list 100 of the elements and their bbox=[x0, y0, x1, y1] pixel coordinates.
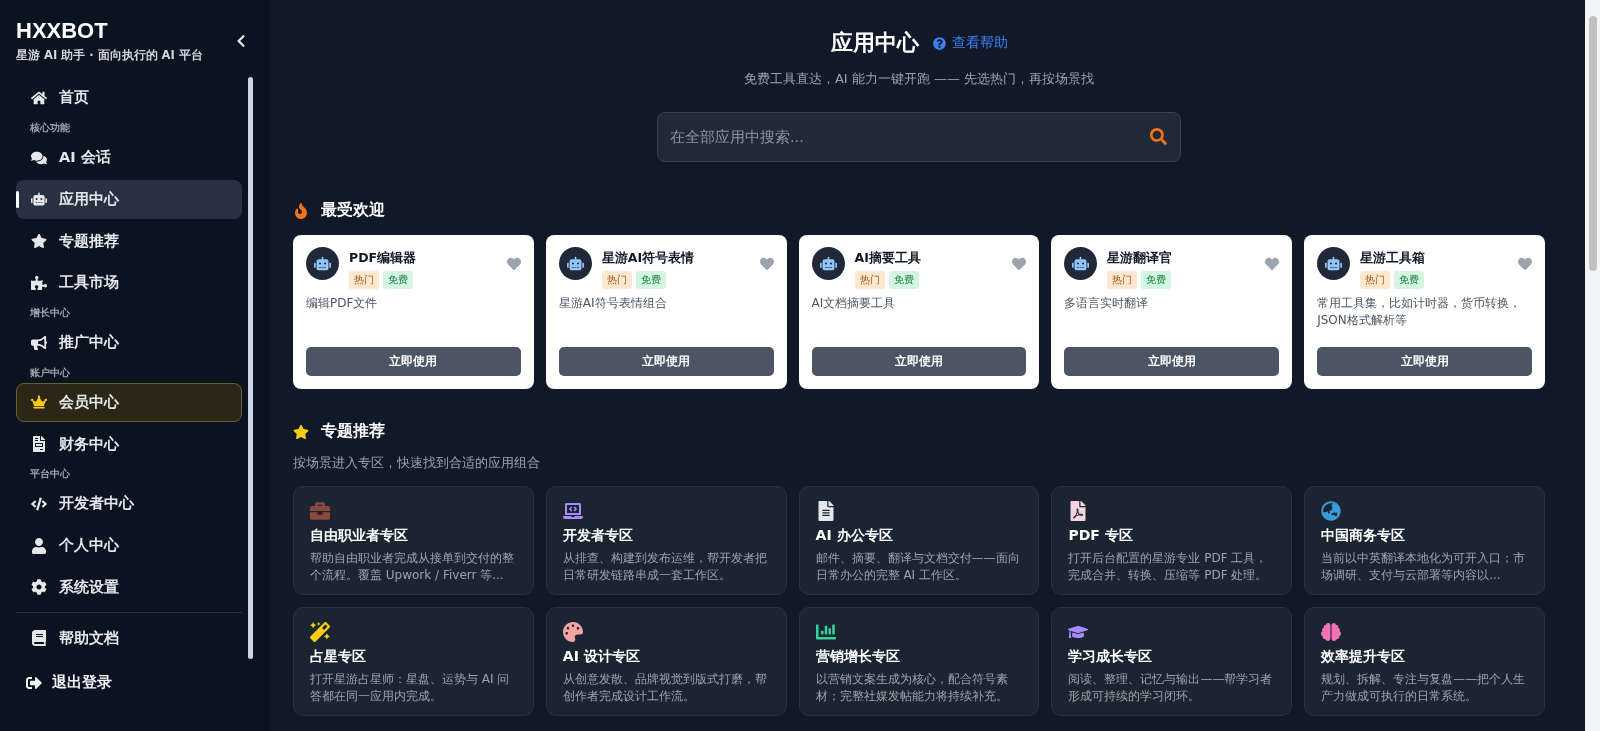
brand-logo: HXXBOT bbox=[16, 18, 109, 44]
topic-card[interactable]: PDF 专区 打开后台配置的星游专业 PDF 工具，完成合并、转换、压缩等 PDF 处理。 bbox=[1051, 486, 1293, 595]
fire-icon bbox=[293, 202, 309, 219]
search-field[interactable]: 在全部应用中搜索... bbox=[657, 112, 1181, 162]
app-description: 星游AI符号表情组合 bbox=[558, 295, 668, 312]
sidebar-item[interactable]: 个人中心 bbox=[16, 525, 242, 566]
app-name: 星游工具箱 bbox=[1360, 250, 1427, 267]
home-icon bbox=[31, 89, 47, 106]
sidebar-item[interactable]: 工具市场 bbox=[16, 263, 242, 303]
topic-card[interactable]: AI 办公专区 邮件、摘要、翻译与文档交付——面向日常办公的完整 AI 工作区。 bbox=[798, 486, 1040, 595]
topic-card[interactable]: 学习成长专区 阅读、整理、记忆与输出——帮学习者形成可持续的学习闭环。 bbox=[1051, 607, 1293, 716]
page-title: 应用中心 bbox=[830, 29, 919, 57]
pdf-document-icon bbox=[1068, 501, 1089, 521]
use-now-button[interactable]: 立即使用 bbox=[558, 347, 774, 376]
tag: 热门 bbox=[1107, 271, 1138, 289]
section-title: 专题推荐 bbox=[321, 421, 385, 442]
crown-icon bbox=[31, 394, 47, 411]
app-name: PDF编辑器 bbox=[349, 250, 418, 267]
tag: 免费 bbox=[383, 271, 413, 289]
brand-tagline: 星游 AI 助手 · 面向执行的 AI 平台 bbox=[16, 48, 203, 63]
sidebar-item[interactable]: 专题推荐 bbox=[16, 221, 242, 261]
topic-title: 自由职业者专区 bbox=[310, 527, 409, 545]
scrollbar-thumb[interactable] bbox=[1588, 16, 1597, 271]
sidebar-item[interactable]: 会员中心 bbox=[16, 382, 242, 423]
topic-description: 当前以中英翻译本地化为可开入口；市场调研、支付与云部署等内容以... bbox=[1321, 550, 1527, 584]
palette-icon bbox=[562, 622, 583, 642]
app-description: 多语言实时翻译 bbox=[1064, 295, 1150, 312]
robot-avatar-icon bbox=[1317, 247, 1351, 280]
tag: 免费 bbox=[888, 271, 919, 289]
code-icon bbox=[31, 495, 47, 512]
nav-section-heading: 增长中心 bbox=[29, 305, 71, 320]
section-subtitle: 按场景进入专区，快速找到合适的应用组合 bbox=[293, 454, 541, 472]
tag: 热门 bbox=[854, 271, 885, 289]
robot-avatar-icon bbox=[811, 247, 845, 280]
star-icon bbox=[293, 423, 309, 440]
logout-icon bbox=[26, 674, 42, 691]
chat-bubbles-icon bbox=[31, 149, 47, 166]
topic-title: AI 办公专区 bbox=[815, 527, 894, 545]
topic-description: 邮件、摘要、翻译与文档交付——面向日常办公的完整 AI 工作区。 bbox=[815, 550, 1021, 584]
laptop-icon bbox=[562, 501, 583, 521]
settings-icon bbox=[31, 579, 47, 596]
topic-title: 占星专区 bbox=[310, 648, 367, 666]
topic-card[interactable]: 营销增长专区 以营销文案生成为核心，配合符号素材；完整社媒发帖能力将持续补充。 bbox=[798, 607, 1040, 716]
use-now-button[interactable]: 立即使用 bbox=[811, 347, 1027, 376]
sidebar-item[interactable]: AI 会话 bbox=[16, 137, 242, 178]
use-now-button[interactable]: 立即使用 bbox=[1064, 347, 1280, 376]
app-description: AI文档摘要工具 bbox=[811, 295, 897, 312]
tag: 热门 bbox=[1360, 271, 1391, 289]
topic-description: 打开后台配置的星游专业 PDF 工具，完成合并、转换、压缩等 PDF 处理。 bbox=[1068, 550, 1269, 584]
sidebar-item[interactable]: 推广中心 bbox=[16, 322, 242, 363]
topic-card[interactable]: AI 设计专区 从创意发散、品牌视觉到版式打磨，帮创作者完成设计工作流。 bbox=[545, 607, 787, 716]
use-now-button[interactable]: 立即使用 bbox=[1317, 347, 1532, 376]
topic-description: 打开星游占星师：星盘、运势与 AI 问答都在同一应用内完成。 bbox=[310, 671, 511, 705]
topic-description: 从创意发散、品牌视觉到版式打磨，帮创作者完成设计工作流。 bbox=[562, 671, 768, 705]
megaphone-icon bbox=[31, 334, 47, 351]
sidebar-item[interactable]: 首页 bbox=[16, 78, 242, 118]
topic-card[interactable]: 中国商务专区 当前以中英翻译本地化为可开入口；市场调研、支付与云部署等内容以... bbox=[1304, 486, 1545, 595]
brain-icon bbox=[1321, 622, 1342, 642]
topic-description: 从排查、构建到发布运维，帮开发者把日常研发链路串成一套工作区。 bbox=[562, 550, 768, 584]
app-name: AI摘要工具 bbox=[854, 250, 922, 267]
topic-description: 阅读、整理、记忆与输出——帮学习者形成可持续的学习闭环。 bbox=[1068, 671, 1274, 705]
favorite-heart-icon[interactable] bbox=[1012, 257, 1027, 271]
tag: 热门 bbox=[601, 271, 632, 289]
topic-title: AI 设计专区 bbox=[562, 648, 641, 666]
robot-avatar-icon bbox=[306, 247, 339, 280]
sidebar-item[interactable]: 应用中心 bbox=[16, 179, 242, 220]
topic-card[interactable]: 效率提升专区 规划、拆解、专注与复盘——把个人生产力做成可执行的日常系统。 bbox=[1304, 607, 1545, 716]
topic-title: 开发者专区 bbox=[562, 527, 634, 545]
page-scrollbar[interactable] bbox=[1585, 0, 1600, 731]
briefcase-icon bbox=[310, 501, 330, 521]
use-now-button[interactable]: 立即使用 bbox=[306, 347, 521, 376]
bar-chart-icon bbox=[815, 622, 836, 642]
nav-section-heading: 平台中心 bbox=[29, 467, 71, 481]
sidebar-item[interactable]: 开发者中心 bbox=[16, 484, 242, 524]
favorite-heart-icon[interactable] bbox=[759, 257, 774, 271]
search-icon bbox=[1150, 128, 1167, 145]
favorite-heart-icon[interactable] bbox=[1518, 257, 1532, 271]
app-name: 星游翻译官 bbox=[1107, 250, 1174, 267]
logout-link[interactable]: 退出登录 bbox=[16, 659, 270, 706]
scrollbar[interactable] bbox=[248, 77, 253, 659]
topic-card[interactable]: 开发者专区 从排查、构建到发布运维，帮开发者把日常研发链路串成一套工作区。 bbox=[545, 486, 787, 595]
topic-card[interactable]: 自由职业者专区 帮助自由职业者完成从接单到交付的整个流程。覆盖 Upwork / Fiverr 等... bbox=[293, 486, 534, 595]
sidebar-item[interactable]: 帮助文档 bbox=[16, 618, 242, 658]
puzzle-icon bbox=[31, 274, 47, 291]
page-subtitle: 免费工具直达，AI 能力一键开跑 —— 先选热门，再按场景找 bbox=[743, 70, 1095, 88]
topic-description: 规划、拆解、专注与复盘——把个人生产力做成可执行的日常系统。 bbox=[1321, 671, 1527, 705]
robot-avatar-icon bbox=[1064, 247, 1098, 280]
globe-icon bbox=[1321, 501, 1342, 521]
favorite-heart-icon[interactable] bbox=[1265, 257, 1280, 271]
topic-title: 中国商务专区 bbox=[1321, 527, 1407, 545]
sparkles-icon bbox=[310, 622, 330, 642]
app-description: 编辑PDF文件 bbox=[306, 295, 379, 312]
sidebar-item[interactable]: 财务中心 bbox=[16, 424, 242, 464]
favorite-heart-icon[interactable] bbox=[506, 257, 521, 271]
topic-description: 帮助自由职业者完成从接单到交付的整个流程。覆盖 Upwork / Fiverr 等... bbox=[310, 550, 515, 584]
topic-card[interactable]: 占星专区 打开星游占星师：星盘、运势与 AI 问答都在同一应用内完成。 bbox=[293, 607, 534, 716]
topic-title: 营销增长专区 bbox=[815, 648, 901, 666]
help-link[interactable]: 查看帮助 bbox=[932, 34, 1008, 52]
sidebar-item[interactable]: 系统设置 bbox=[16, 567, 242, 608]
topic-title: PDF 专区 bbox=[1068, 527, 1134, 545]
